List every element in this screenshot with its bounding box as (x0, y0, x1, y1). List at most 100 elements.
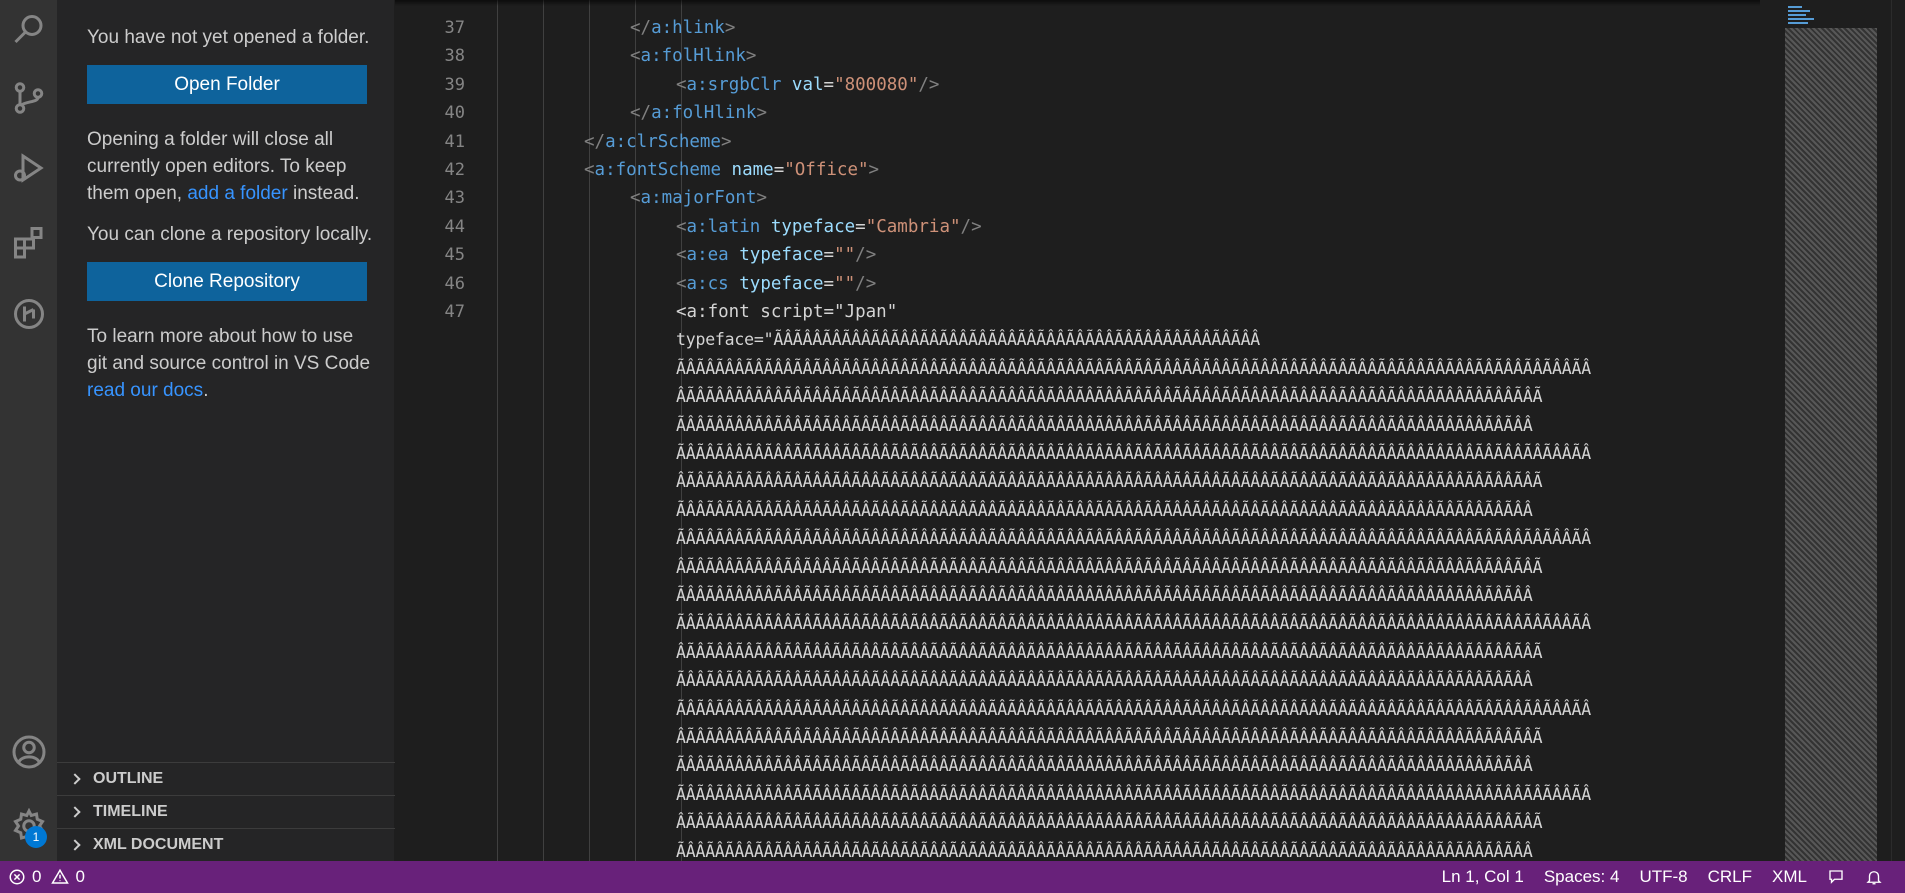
indent-guide (497, 0, 498, 861)
cursor-position[interactable]: Ln 1, Col 1 (1432, 867, 1534, 887)
garbled-wrap-line: ÃÂÂÃÂÃÂÂÃÂÃÂÂÃÂÃÂÂÃÂÃÂÂÃÂÃÂÂÃÂÃÂÂÃÂÃÂÂÃÂ… (676, 415, 1533, 435)
code-line-47-wrap: typeface="ÃÂÃÂÂÃÂÃÂÂÃÂÃÂÂÃÂÃÂÂÃÂÃÂÂÃÂÃÂÂ… (676, 330, 1261, 350)
activity-bar: 1 (0, 0, 57, 861)
manage-gear-icon[interactable]: 1 (0, 796, 57, 856)
garbled-wrap-line: ÃÂÂÃÂÃÂÂÃÂÃÂÂÃÂÃÂÂÃÂÃÂÂÃÂÃÂÂÃÂÃÂÂÃÂÃÂÂÃÂ… (676, 671, 1533, 691)
error-count: 0 (32, 867, 42, 886)
line-number: 42 (444, 160, 465, 180)
encoding[interactable]: UTF-8 (1629, 867, 1697, 887)
warning-count: 0 (75, 867, 85, 886)
punct: </ (630, 18, 652, 38)
end-of-line[interactable]: CRLF (1698, 867, 1762, 887)
garbled-wrap-line: ÂÃÂÃÂÂÃÂÃÂÂÃÂÃÂÂÃÂÃÂÂÃÂÃÂÂÃÂÃÂÂÃÂÃÂÂÃÂÃÂ… (676, 642, 1543, 662)
remote-explorer-icon[interactable] (0, 284, 57, 344)
indent-guide (543, 0, 544, 861)
open-folder-info: Opening a folder will close all currentl… (87, 126, 377, 207)
attr-value: "" (834, 245, 856, 266)
scroll-shadow (395, 0, 1760, 6)
punct: < (630, 46, 641, 67)
tag-name: a:hlink (651, 18, 725, 38)
vertical-scrollbar[interactable] (1891, 0, 1905, 861)
garbled-wrap-line: ÃÂÃÂÃÂÂÃÂÃÂÂÃÂÃÂÂÃÂÃÂÂÃÂÃÂÂÃÂÃÂÂÃÂÃÂÂÃÂÃ… (676, 358, 1591, 378)
learn-text: To learn more about how to use git and s… (87, 326, 371, 374)
punct: /> (960, 216, 982, 237)
open-folder-button[interactable]: Open Folder (87, 65, 367, 104)
garbled-wrap-line: ÃÂÃÂÃÂÂÃÂÃÂÂÃÂÃÂÂÃÂÃÂÂÃÂÃÂÂÃÂÃÂÂÃÂÃÂÂÃÂÃ… (676, 699, 1591, 719)
garbled-wrap-line: ÂÃÂÃÂÂÃÂÃÂÂÃÂÃÂÂÃÂÃÂÂÃÂÃÂÂÃÂÃÂÂÃÂÃÂÂÃÂÃÂ… (676, 387, 1543, 407)
code-line-44: <a:latin typeface="Cambria"/> (676, 213, 982, 241)
attr-name: typeface (739, 273, 824, 294)
garbled-wrap-line: ÂÃÂÃÂÂÃÂÃÂÂÃÂÃÂÂÃÂÃÂÂÃÂÃÂÂÃÂÃÂÂÃÂÃÂÂÃÂÃÂ… (676, 813, 1543, 833)
info-text-end: instead. (287, 183, 360, 204)
timeline-panel-header[interactable]: TIMELINE (57, 795, 395, 828)
code-editor[interactable]: 37 38 39 40 41 42 43 44 45 46 47 </a:hli… (395, 0, 1905, 861)
source-control-welcome: You have not yet opened a folder. Open F… (87, 24, 377, 418)
code-line-37: </a:hlink> (630, 14, 735, 42)
code-line-46: <a:cs typeface=""/> (676, 270, 876, 298)
add-folder-link[interactable]: add a folder (187, 183, 287, 204)
status-bar: 0 0 Ln 1, Col 1 Spaces: 4 UTF-8 CRLF XML (0, 861, 1905, 893)
minimap[interactable] (1785, 0, 1905, 861)
minimap-slider[interactable] (1785, 28, 1877, 861)
feedback-icon[interactable] (1817, 868, 1855, 886)
extensions-icon[interactable] (0, 212, 57, 272)
clone-repository-button[interactable]: Clone Repository (87, 262, 367, 301)
run-debug-icon[interactable] (0, 138, 57, 198)
punct: < (676, 74, 687, 95)
garbled-wrap-line: ÃÂÂÃÂÃÂÂÃÂÃÂÂÃÂÃÂÂÃÂÃÂÂÃÂÃÂÂÃÂÃÂÂÃÂÃÂÂÃÂ… (676, 500, 1533, 520)
garbled-wrap-line: ÃÂÃÂÃÂÂÃÂÃÂÂÃÂÃÂÂÃÂÃÂÂÃÂÃÂÂÃÂÃÂÂÃÂÃÂÂÃÂÃ… (676, 614, 1591, 634)
punct: < (676, 245, 687, 266)
outline-panel-header[interactable]: OUTLINE (57, 762, 395, 795)
punct: </ (584, 131, 606, 152)
equals: = (855, 216, 866, 237)
tag-name: a:folHlink (640, 46, 746, 67)
status-problems[interactable]: 0 0 (0, 867, 85, 887)
attr-value: "" (834, 273, 856, 294)
panel-label: TIMELINE (93, 803, 168, 820)
line-number: 44 (444, 216, 465, 237)
chevron-right-icon (69, 773, 81, 785)
source-control-icon[interactable] (0, 68, 57, 128)
equals: = (823, 273, 835, 294)
indentation[interactable]: Spaces: 4 (1534, 867, 1630, 887)
language-mode[interactable]: XML (1762, 867, 1817, 887)
code-line-47: <a:font script="Jpan" (676, 302, 898, 322)
punct: < (584, 160, 595, 180)
tag-name: a:majorFont (640, 188, 757, 209)
xml-document-panel-header[interactable]: XML DOCUMENT (57, 828, 395, 861)
attr-name: typeface (770, 216, 856, 237)
chevron-right-icon (69, 806, 81, 818)
punct: /> (855, 273, 877, 294)
search-icon[interactable] (0, 0, 57, 60)
punct: > (868, 160, 880, 180)
punct: < (676, 216, 687, 237)
tag-name: a:ea (686, 245, 729, 266)
panel-label: OUTLINE (93, 770, 164, 787)
equals: = (823, 74, 835, 95)
equals: = (823, 245, 835, 266)
error-icon (9, 869, 25, 885)
line-number: 37 (444, 18, 465, 38)
line-number: 38 (444, 46, 465, 67)
garbled-wrap-line: ÂÃÂÃÂÂÃÂÃÂÂÃÂÃÂÂÃÂÃÂÂÃÂÃÂÂÃÂÃÂÂÃÂÃÂÂÃÂÃÂ… (676, 728, 1543, 747)
warning-icon (51, 868, 70, 884)
punct: > (756, 188, 767, 209)
garbled-wrap-line: ÂÃÂÃÂÂÃÂÃÂÂÃÂÃÂÂÃÂÃÂÂÃÂÃÂÂÃÂÃÂÂÃÂÃÂÂÃÂÃÂ… (676, 557, 1543, 577)
attr-value: "800080" (834, 74, 919, 95)
tag-name: a:latin (686, 216, 761, 237)
punct: < (630, 188, 641, 209)
garbled-wrap-line: ÃÂÃÂÃÂÂÃÂÃÂÂÃÂÃÂÂÃÂÃÂÂÃÂÃÂÂÃÂÃÂÂÃÂÃÂÂÃÂÃ… (676, 444, 1591, 463)
notifications-bell-icon[interactable] (1855, 868, 1893, 886)
punct: < (676, 273, 687, 294)
garbled-wrap-line: ÂÃÂÃÂÂÃÂÃÂÂÃÂÃÂÂÃÂÃÂÂÃÂÃÂÂÃÂÃÂÂÃÂÃÂÂÃÂÃÂ… (676, 472, 1543, 492)
code-line-38: <a:folHlink> (630, 42, 756, 70)
equals: = (773, 160, 785, 180)
punct: /> (918, 74, 940, 95)
line-number: 45 (444, 245, 465, 266)
account-icon[interactable] (0, 722, 57, 782)
no-folder-text: You have not yet opened a folder. (87, 27, 370, 48)
chevron-right-icon (69, 839, 81, 851)
read-docs-link[interactable]: read our docs (87, 380, 203, 401)
tag-name: a:clrScheme (605, 131, 721, 152)
code-line-39: <a:srgbClr val="800080"/> (676, 71, 939, 99)
